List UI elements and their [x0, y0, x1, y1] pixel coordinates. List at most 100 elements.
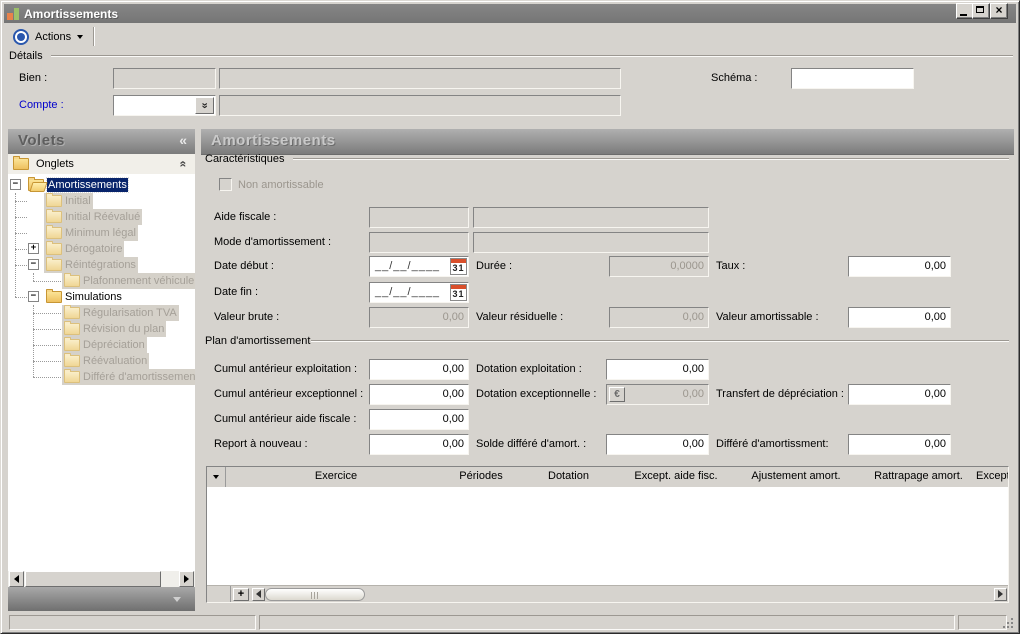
tree-item-minimum-legal[interactable]: Minimum légal — [8, 225, 195, 241]
transfert-depreciation-field[interactable]: 0,00 — [848, 384, 951, 405]
date-fin-field[interactable]: __/__/____ 31 — [369, 282, 469, 303]
cumul-exceptionnel-field[interactable]: 0,00 — [369, 384, 469, 405]
tree-item-reintegrations[interactable]: − Réintégrations — [8, 257, 195, 273]
compte-combo-field[interactable]: » — [113, 95, 216, 116]
tree-item-derogatoire[interactable]: + Dérogatoire — [8, 241, 195, 257]
maximize-button[interactable] — [972, 3, 990, 19]
table-body[interactable] — [207, 487, 1008, 586]
calendar-day: 31 — [451, 289, 466, 300]
tree-expander-icon[interactable]: − — [28, 291, 39, 302]
scroll-left-button[interactable] — [252, 588, 265, 601]
tree-expander-icon[interactable]: − — [28, 259, 39, 270]
date-mask: __/__/____ — [375, 260, 440, 272]
table-column-header[interactable]: Exercice — [226, 467, 446, 487]
scroll-left-button[interactable] — [9, 571, 24, 587]
main-panel: Amortissements Caractéristiques Non amor… — [201, 129, 1014, 611]
add-row-button[interactable]: + — [233, 588, 249, 601]
solde-differe-field[interactable]: 0,00 — [606, 434, 709, 455]
scrollbar-thumb[interactable] — [25, 571, 161, 587]
panel-down-arrow-icon — [173, 597, 181, 602]
row-selector-header[interactable] — [207, 467, 226, 487]
tree-item-label: Différé d'amortissement — [83, 370, 195, 384]
cumul-exploitation-field[interactable]: 0,00 — [369, 359, 469, 380]
schema-field[interactable] — [791, 68, 914, 89]
tree-item-reevaluation[interactable]: Réévaluation — [8, 353, 195, 369]
folder-icon — [64, 371, 80, 383]
tree-expander-icon[interactable]: + — [28, 243, 39, 254]
onglets-bar[interactable]: Onglets « — [8, 154, 195, 175]
tree-item-initial[interactable]: Initial — [8, 193, 195, 209]
tree-item-regularisation-tva[interactable]: Régularisation TVA — [8, 305, 195, 321]
schema-label: Schéma : — [711, 72, 757, 85]
folder-icon — [46, 195, 62, 207]
maximize-icon — [976, 6, 984, 13]
main-header-title: Amortissements — [211, 132, 336, 149]
compte-label[interactable]: Compte : — [19, 99, 64, 112]
folder-icon — [46, 227, 62, 239]
folder-icon — [64, 323, 80, 335]
calendar-button[interactable]: 31 — [450, 258, 467, 275]
compte-lookup-button[interactable]: » — [195, 97, 214, 114]
actions-menu-button[interactable]: Actions — [7, 27, 89, 47]
folder-open-icon — [28, 179, 44, 191]
table-column-header[interactable]: Ajustement amort. — [731, 467, 861, 487]
non-amortissable-checkbox[interactable] — [219, 178, 232, 191]
tree-item-plafonnement-vehicule[interactable]: Plafonnement véhicule — [8, 273, 195, 289]
sidebar-footer-bar[interactable] — [8, 587, 195, 611]
folder-icon — [13, 158, 29, 170]
application-window: Amortissements × Actions Détails Bien : … — [0, 0, 1020, 634]
tree-item-revision-du-plan[interactable]: Révision du plan — [8, 321, 195, 337]
table-column-header[interactable]: Périodes — [446, 467, 516, 487]
folder-icon — [64, 355, 80, 367]
window-title: Amortissements — [24, 7, 118, 21]
title-bar: Amortissements — [4, 4, 1016, 23]
valeur-brute-label: Valeur brute : — [214, 311, 279, 324]
table-column-header[interactable]: Except. — [976, 467, 1009, 487]
duree-field: 0,0000 — [609, 256, 709, 277]
table-column-header[interactable]: Dotation — [516, 467, 621, 487]
dotation-exceptionnelle-value: 0,00 — [683, 388, 704, 400]
details-legend: Détails — [9, 50, 43, 63]
selector-column-footer — [207, 586, 231, 602]
tree-item-label: Initial — [65, 194, 91, 208]
valeur-amortissable-field[interactable]: 0,00 — [848, 307, 951, 328]
aide-fiscale-label: Aide fiscale : — [214, 211, 276, 224]
folder-icon — [46, 243, 62, 255]
tree-expander-icon[interactable]: − — [10, 179, 21, 190]
cumul-exploitation-label: Cumul antérieur exploitation : — [214, 363, 357, 376]
close-icon: × — [991, 3, 1007, 17]
date-debut-label: Date début : — [214, 260, 274, 273]
euro-button[interactable]: € — [609, 387, 625, 402]
resize-grip[interactable] — [1003, 618, 1005, 620]
tree-item-amortissements[interactable]: − Amortissements — [8, 177, 195, 193]
calendar-button[interactable]: 31 — [450, 284, 467, 301]
taux-field[interactable]: 0,00 — [848, 256, 951, 277]
tree-item-differe-amortissement[interactable]: Différé d'amortissement — [8, 369, 195, 385]
sidebar-header-title: Volets — [18, 132, 65, 149]
tree-item-label: Dépréciation — [83, 338, 145, 352]
tree-item-label: Dérogatoire — [65, 242, 122, 256]
scrollbar-thumb[interactable] — [265, 588, 365, 601]
scroll-right-button[interactable] — [179, 571, 194, 587]
valeur-residuelle-label: Valeur résiduelle : — [476, 311, 563, 324]
report-a-nouveau-field[interactable]: 0,00 — [369, 434, 469, 455]
close-button[interactable]: × — [990, 3, 1008, 19]
table-column-header[interactable]: Except. aide fisc. — [621, 467, 731, 487]
caracteristiques-group-line — [293, 158, 1009, 160]
dotation-exploitation-field[interactable]: 0,00 — [606, 359, 709, 380]
date-debut-field[interactable]: __/__/____ 31 — [369, 256, 469, 277]
scroll-right-button[interactable] — [994, 588, 1007, 601]
dropdown-arrow-icon — [77, 35, 83, 39]
tree-item-label: Révision du plan — [83, 322, 164, 336]
tree-item-label: Minimum légal — [65, 226, 136, 240]
tree-item-simulations[interactable]: − Simulations — [8, 289, 195, 305]
differe-amortissement-field[interactable]: 0,00 — [848, 434, 951, 455]
sidebar-collapse-button[interactable]: « — [179, 132, 187, 148]
onglets-label: Onglets — [36, 158, 74, 170]
tree-item-depreciation[interactable]: Dépréciation — [8, 337, 195, 353]
tree-item-initial-reevalue[interactable]: Initial Réévalué — [8, 209, 195, 225]
taux-label: Taux : — [716, 260, 745, 273]
mode-amortissement-label: Mode d'amortissement : — [214, 236, 331, 249]
table-column-header[interactable]: Rattrapage amort. — [861, 467, 976, 487]
cumul-aide-fiscale-field[interactable]: 0,00 — [369, 409, 469, 430]
